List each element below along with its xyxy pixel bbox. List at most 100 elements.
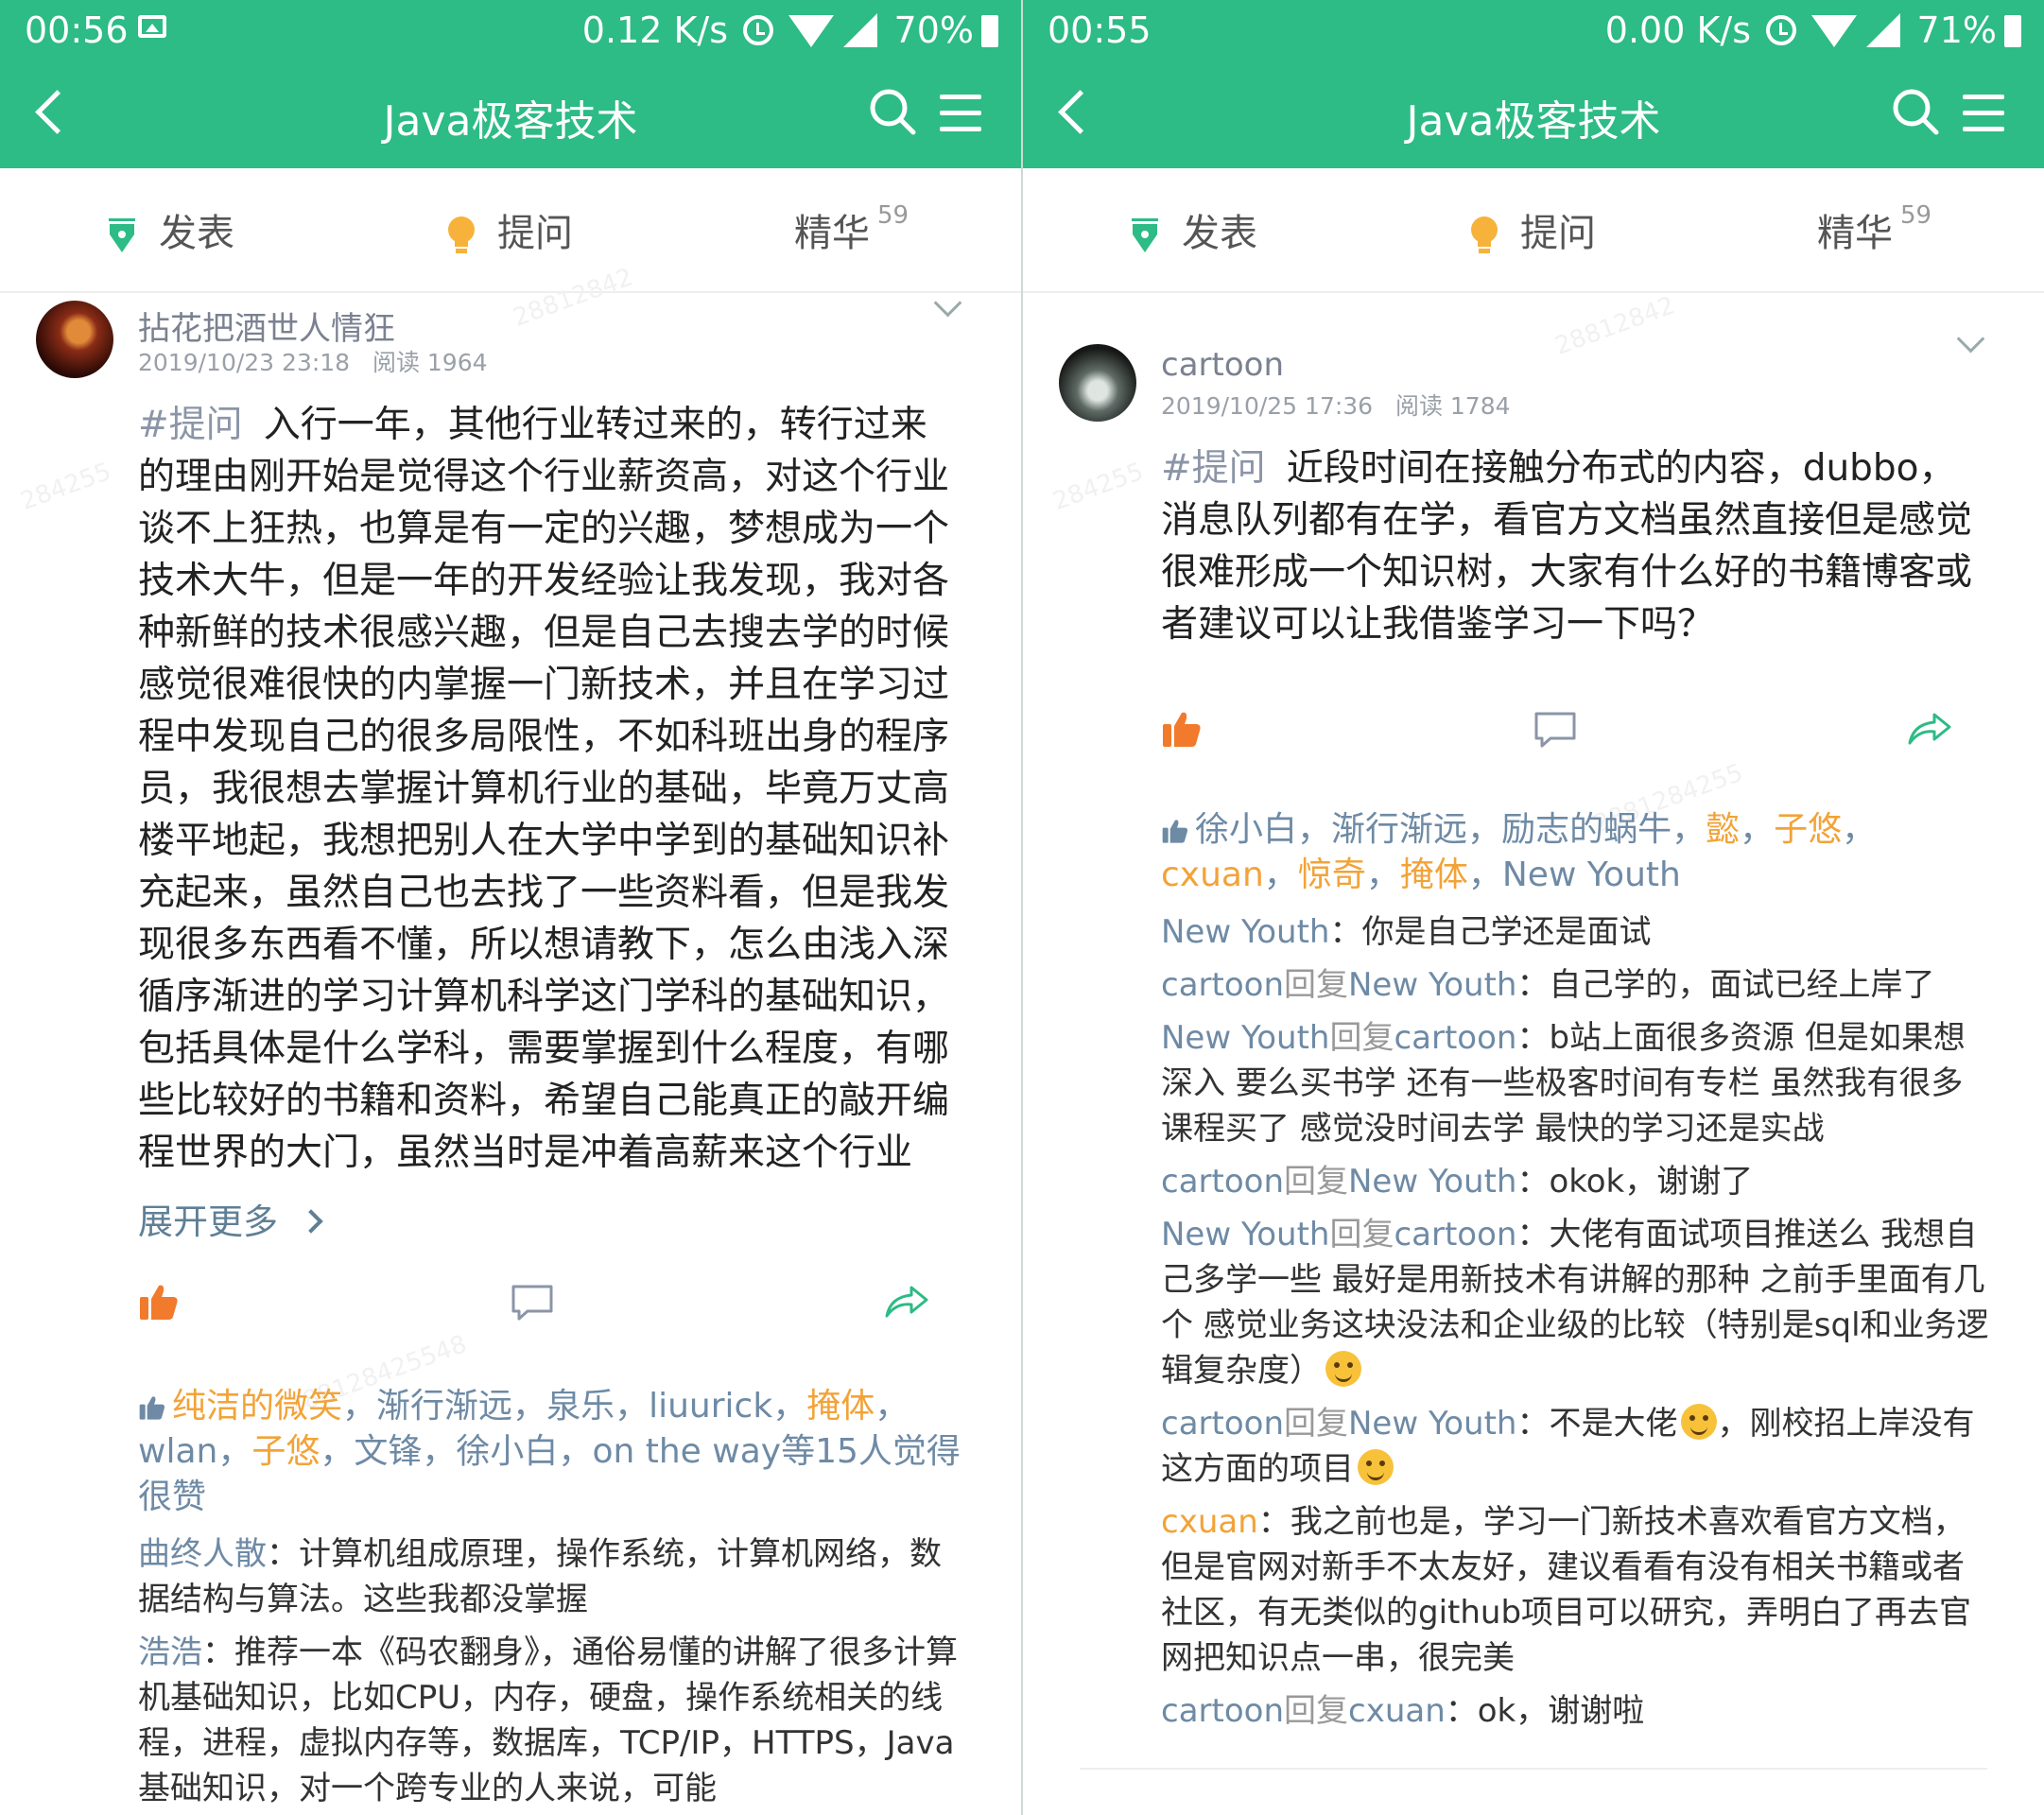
left-screen: 00:56 0.12 K/s 70% Java极客技术 发表 提问 精华 59 … [0, 0, 1021, 1815]
like-name[interactable]: 渐行渐远 [1331, 810, 1467, 849]
avatar[interactable] [1059, 344, 1136, 422]
reply-target[interactable]: New Youth [1348, 966, 1516, 1004]
expand-more-link[interactable]: 展开更多 [138, 1193, 323, 1244]
comment-list: New Youth：你是自己学还是面试 cartoon回复New Youth：自… [1161, 909, 1993, 1741]
thumbs-up-small-icon [1162, 820, 1188, 843]
thumbs-up-icon[interactable] [1161, 709, 1203, 749]
reply-target[interactable]: cartoon [1394, 1019, 1516, 1057]
lightbulb-icon [1471, 216, 1498, 253]
post-meta: 2019/10/23 23:18 阅读 1964 [138, 344, 488, 378]
comment-text: 我之前也是，学习一门新技术喜欢看官方文档，但是官网对新手不太友好，建议看看有没有… [1161, 1503, 1972, 1677]
chevron-down-icon[interactable] [1956, 324, 1985, 354]
like-name[interactable]: 子悠 [251, 1432, 320, 1471]
comment-author[interactable]: 浩浩 [138, 1634, 202, 1671]
search-icon[interactable] [868, 87, 917, 136]
comment-author[interactable]: New Youth [1161, 913, 1329, 951]
reply-target[interactable]: New Youth [1348, 1163, 1516, 1201]
tab-ask[interactable]: 提问 [446, 202, 573, 257]
share-icon[interactable] [1906, 709, 1953, 747]
like-name[interactable]: 渐行渐远 [376, 1387, 512, 1426]
like-name[interactable]: 掩体 [806, 1387, 875, 1426]
like-name[interactable]: wlan [138, 1432, 217, 1471]
tab-elite[interactable]: 精华 59 [1817, 201, 1932, 257]
elite-count: 59 [1900, 201, 1932, 230]
post-text: 近段时间在接触分布式的内容，dubbo，消息队列都有在学，看官方文档虽然直接但是… [1161, 447, 1973, 646]
like-name[interactable]: 懿 [1706, 810, 1740, 849]
post-date: 2019/10/25 17:36 [1161, 392, 1374, 420]
comment-item[interactable]: New Youth回复cartoon：b站上面很多资源 但是如果想深入 要么买书… [1161, 1015, 1993, 1151]
comment-author[interactable]: New Youth [1161, 1216, 1329, 1253]
like-name[interactable]: 励志的蜗牛 [1501, 810, 1672, 849]
battery-percent: 70% [893, 9, 974, 51]
likes-list: 徐小白，渐行渐远，励志的蜗牛，懿，子悠，cxuan，惊奇，掩体，New Yout… [1161, 810, 1877, 894]
post-tag[interactable]: #提问 [138, 404, 243, 446]
comment-item[interactable]: cartoon回复cxuan：ok，谢谢啦 [1161, 1688, 1993, 1734]
comment-item[interactable]: cartoon回复New Youth：不是大佬 ，刚校招上岸没有这方面的项目 [1161, 1401, 1993, 1492]
tab-elite[interactable]: 精华 59 [794, 201, 909, 257]
like-name[interactable]: cxuan [1161, 856, 1264, 894]
comment-author[interactable]: cxuan [1161, 1503, 1258, 1541]
comment-author[interactable]: cartoon [1161, 1692, 1284, 1730]
pen-nib-icon [109, 218, 135, 252]
avatar[interactable] [36, 301, 113, 378]
comment-author[interactable]: cartoon [1161, 966, 1284, 1004]
app-header: 00:56 0.12 K/s 70% Java极客技术 [0, 0, 1021, 168]
wave-emoji-icon [1358, 1449, 1394, 1485]
like-name[interactable]: 掩体 [1400, 856, 1468, 894]
network-speed: 0.12 K/s [581, 9, 728, 51]
search-icon[interactable] [1891, 87, 1940, 136]
like-name[interactable]: on the way [592, 1432, 781, 1471]
comment-item[interactable]: New Youth：你是自己学还是面试 [1161, 909, 1993, 955]
like-name[interactable]: 徐小白 [456, 1432, 558, 1471]
like-name[interactable]: liuurick [649, 1387, 772, 1426]
like-name[interactable]: 文锋 [354, 1432, 422, 1471]
right-screen: 00:55 0.00 K/s 71% Java极客技术 发表 提问 精华 59 … [1023, 0, 2044, 1815]
post-body: #提问 近段时间在接触分布式的内容，dubbo，消息队列都有在学，看官方文档虽然直… [1161, 442, 1974, 650]
comment-list: 曲终人散：计算机组成原理，操作系统，计算机网络，数据结构与算法。这些我都没掌握 … [138, 1531, 970, 1815]
comment-icon[interactable] [1533, 711, 1577, 749]
comment-text: okok，谢谢了 [1549, 1163, 1754, 1201]
like-name[interactable]: 泉乐 [546, 1387, 615, 1426]
comment-item[interactable]: 浩浩：推荐一本《码农翻身》，通俗易懂的讲解了很多计算机基础知识，比如CPU，内存… [138, 1630, 970, 1811]
reply-target[interactable]: cxuan [1348, 1692, 1446, 1730]
menu-icon[interactable] [1963, 95, 2004, 132]
like-name[interactable]: 徐小白 [1195, 810, 1297, 849]
tab-ask[interactable]: 提问 [1469, 202, 1596, 257]
comment-item[interactable]: cartoon回复New Youth：自己学的，面试已经上岸了 [1161, 962, 1993, 1008]
comment-author[interactable]: cartoon [1161, 1163, 1284, 1201]
watermark: 284255 [1048, 457, 1148, 517]
reply-target[interactable]: New Youth [1348, 1405, 1516, 1443]
reply-word: 回复 [1284, 1692, 1348, 1730]
nav-bar: Java极客技术 [0, 60, 1021, 168]
post-tag[interactable]: #提问 [1161, 447, 1266, 490]
comment-author[interactable]: New Youth [1161, 1019, 1329, 1057]
thumbs-up-small-icon [139, 1396, 165, 1420]
post-author[interactable]: 拈花把酒世人情狂 [138, 302, 395, 349]
post-date: 2019/10/23 23:18 [138, 349, 351, 376]
comment-item[interactable]: cxuan：我之前也是，学习一门新技术喜欢看官方文档，但是官网对新手不太友好，建… [1161, 1499, 1993, 1681]
lightbulb-icon [448, 216, 475, 253]
post-author[interactable]: cartoon [1161, 346, 1284, 384]
comment-item[interactable]: New Youth回复cartoon：大佬有面试项目推送么 我想自己多学一些 最… [1161, 1212, 1993, 1393]
post-actions [0, 1282, 1021, 1339]
thumbs-up-icon[interactable] [138, 1282, 180, 1322]
chevron-down-icon[interactable] [933, 288, 962, 318]
comment-item[interactable]: cartoon回复New Youth：okok，谢谢了 [1161, 1159, 1993, 1204]
watermark: 284255 [16, 457, 115, 517]
comment-icon[interactable] [511, 1284, 554, 1322]
share-icon[interactable] [883, 1282, 930, 1320]
tab-post[interactable]: 发表 [106, 202, 234, 257]
comment-author[interactable]: 曲终人散 [138, 1535, 267, 1573]
reply-target[interactable]: cartoon [1394, 1216, 1516, 1253]
menu-icon[interactable] [940, 95, 981, 132]
comment-item[interactable]: 曲终人散：计算机组成原理，操作系统，计算机网络，数据结构与算法。这些我都没掌握 [138, 1531, 970, 1622]
post-reads: 阅读 1784 [1394, 392, 1511, 420]
comment-author[interactable]: cartoon [1161, 1405, 1284, 1443]
like-name[interactable]: 子悠 [1774, 810, 1842, 849]
tab-post[interactable]: 发表 [1129, 202, 1257, 257]
comment-text: 不是大佬 [1549, 1405, 1678, 1443]
like-name[interactable]: 惊奇 [1298, 856, 1366, 894]
like-name[interactable]: New Youth [1502, 856, 1681, 894]
like-name[interactable]: 纯洁的微笑 [172, 1387, 342, 1426]
status-bar: 00:55 0.00 K/s 71% [1023, 0, 2044, 60]
